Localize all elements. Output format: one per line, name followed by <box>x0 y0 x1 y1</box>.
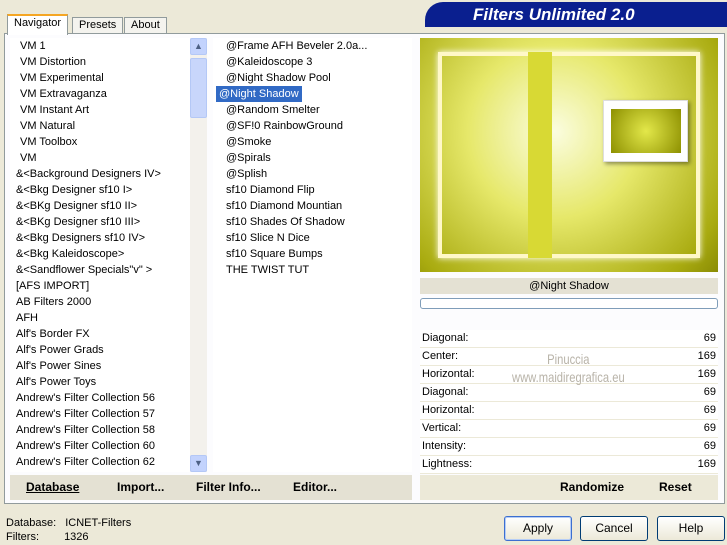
filter-item[interactable]: @Night Shadow Pool <box>213 70 412 86</box>
filter-item[interactable]: @Random Smelter <box>213 102 412 118</box>
category-item[interactable]: VM 1 <box>10 38 190 54</box>
category-scrollbar[interactable]: ▲ ▼ <box>190 38 207 472</box>
category-item[interactable]: &<Bkg Kaleidoscope> <box>10 246 190 262</box>
category-item[interactable]: Andrew's Filter Collection 60 <box>10 438 190 454</box>
param-value: 69 <box>703 422 716 434</box>
help-button[interactable]: Help <box>657 516 725 541</box>
filter-name-label: @Night Shadow <box>420 278 718 294</box>
tab-presets[interactable]: Presets <box>72 17 124 34</box>
category-item[interactable]: VM <box>10 150 190 166</box>
category-item[interactable]: &<Bkg Designers sf10 IV> <box>10 230 190 246</box>
cancel-button[interactable]: Cancel <box>580 516 648 541</box>
category-item[interactable]: VM Natural <box>10 118 190 134</box>
category-item[interactable]: &<Sandflower Specials"v" > <box>10 262 190 278</box>
app-title-banner: Filters Unlimited 2.0 <box>425 2 727 27</box>
category-item[interactable]: &<BKg Designer sf10 II> <box>10 198 190 214</box>
category-item[interactable]: VM Toolbox <box>10 134 190 150</box>
category-item[interactable]: VM Instant Art <box>10 102 190 118</box>
param-slider[interactable]: Horizontal: 69 <box>420 402 718 420</box>
filters-label: Filters: <box>6 531 39 543</box>
import-button[interactable]: Import... <box>117 480 164 494</box>
filter-info-button[interactable]: Filter Info... <box>196 480 261 494</box>
param-slider[interactable]: Vertical: 69 <box>420 420 718 438</box>
scroll-down-icon[interactable]: ▼ <box>190 455 207 472</box>
category-item[interactable]: &<BKg Designer sf10 III> <box>10 214 190 230</box>
randomize-button[interactable]: Randomize <box>560 480 624 494</box>
filter-item[interactable]: @Frame AFH Beveler 2.0a... <box>213 38 412 54</box>
param-slider[interactable]: Diagonal: 69 <box>420 384 718 402</box>
filter-item[interactable]: @Spirals <box>213 150 412 166</box>
filters-count: 1326 <box>64 531 89 543</box>
category-item[interactable]: &<Bkg Designer sf10 I> <box>10 182 190 198</box>
param-label: Vertical: <box>422 422 462 434</box>
filter-item[interactable]: sf10 Diamond Mountian <box>213 198 412 214</box>
category-item[interactable]: &<Background Designers IV> <box>10 166 190 182</box>
param-toolbar: Randomize Reset <box>420 475 718 500</box>
param-label: Intensity: <box>422 440 467 452</box>
param-label: Horizontal: <box>422 404 475 416</box>
param-value: 169 <box>697 368 716 380</box>
category-item[interactable]: Andrew's Filter Collection 62 <box>10 454 190 470</box>
database-value: ICNET-Filters <box>65 517 132 529</box>
status-info: Database: ICNET-Filters Filters: 1326 <box>6 516 131 544</box>
filter-item[interactable]: sf10 Shades Of Shadow <box>213 214 412 230</box>
filter-item[interactable]: @Smoke <box>213 134 412 150</box>
editor-button[interactable]: Editor... <box>293 480 337 494</box>
param-value: 169 <box>697 350 716 362</box>
category-item[interactable]: Alf's Power Toys <box>10 374 190 390</box>
category-item[interactable]: [AFS IMPORT] <box>10 278 190 294</box>
preview-photo <box>603 100 688 162</box>
category-item[interactable]: VM Distortion <box>10 54 190 70</box>
category-item[interactable]: Andrew's Filter Collection 58 <box>10 422 190 438</box>
tab-about[interactable]: About <box>124 17 167 34</box>
filter-item[interactable]: @SF!0 RainbowGround <box>213 118 412 134</box>
category-item[interactable]: Alf's Border FX <box>10 326 190 342</box>
param-value: 69 <box>703 404 716 416</box>
category-item[interactable]: Alf's Power Sines <box>10 358 190 374</box>
filter-item[interactable]: sf10 Slice N Dice <box>213 230 412 246</box>
category-item[interactable]: VM Extravaganza <box>10 86 190 102</box>
category-item[interactable]: VM Experimental <box>10 70 190 86</box>
watermark: Pinuccia www.maidiregrafica.eu <box>512 351 625 385</box>
param-slider[interactable]: Diagonal: 69 <box>420 330 718 348</box>
param-value: 69 <box>703 440 716 452</box>
database-label: Database: <box>6 517 57 529</box>
param-value: 69 <box>703 332 716 344</box>
list-toolbar: Database Import... Filter Info... Editor… <box>10 475 412 500</box>
param-slider[interactable]: Lightness: 169 <box>420 456 718 474</box>
filter-item[interactable]: @Kaleidoscope 3 <box>213 54 412 70</box>
category-item[interactable]: AB Filters 2000 <box>10 294 190 310</box>
category-list[interactable]: VM 1 VM Distortion VM Experimental VM Extra… <box>10 38 190 472</box>
param-value: 169 <box>697 458 716 470</box>
category-item[interactable]: Andrew's Filter Collection 56 <box>10 390 190 406</box>
tab-navigator[interactable]: Navigator <box>7 14 69 35</box>
param-label: Horizontal: <box>422 368 475 380</box>
filter-list[interactable]: @Frame AFH Beveler 2.0a... @Kaleidoscope … <box>213 38 412 472</box>
scroll-thumb[interactable] <box>190 58 207 118</box>
preview-image <box>420 38 718 272</box>
category-item[interactable]: Andrew's Filter Collection 57 <box>10 406 190 422</box>
filter-item[interactable]: THE TWIST TUT <box>213 262 412 278</box>
apply-button[interactable]: Apply <box>504 516 572 541</box>
reset-button[interactable]: Reset <box>659 480 692 494</box>
category-item[interactable]: Alf's Power Grads <box>10 342 190 358</box>
scroll-up-icon[interactable]: ▲ <box>190 38 207 55</box>
preview-strip <box>528 52 552 258</box>
progress-bar <box>420 298 718 309</box>
param-slider[interactable]: Intensity: 69 <box>420 438 718 456</box>
param-label: Center: <box>422 350 459 362</box>
param-label: Diagonal: <box>422 386 469 398</box>
param-label: Lightness: <box>422 458 473 470</box>
filter-item[interactable]: sf10 Diamond Flip <box>213 182 412 198</box>
filter-item[interactable]: @Night Shadow <box>216 86 302 102</box>
param-value: 69 <box>703 386 716 398</box>
filter-item[interactable]: @Splish <box>213 166 412 182</box>
filter-item[interactable]: sf10 Square Bumps <box>213 246 412 262</box>
database-button[interactable]: Database <box>26 480 79 494</box>
category-item[interactable]: AFH <box>10 310 190 326</box>
param-label: Diagonal: <box>422 332 469 344</box>
